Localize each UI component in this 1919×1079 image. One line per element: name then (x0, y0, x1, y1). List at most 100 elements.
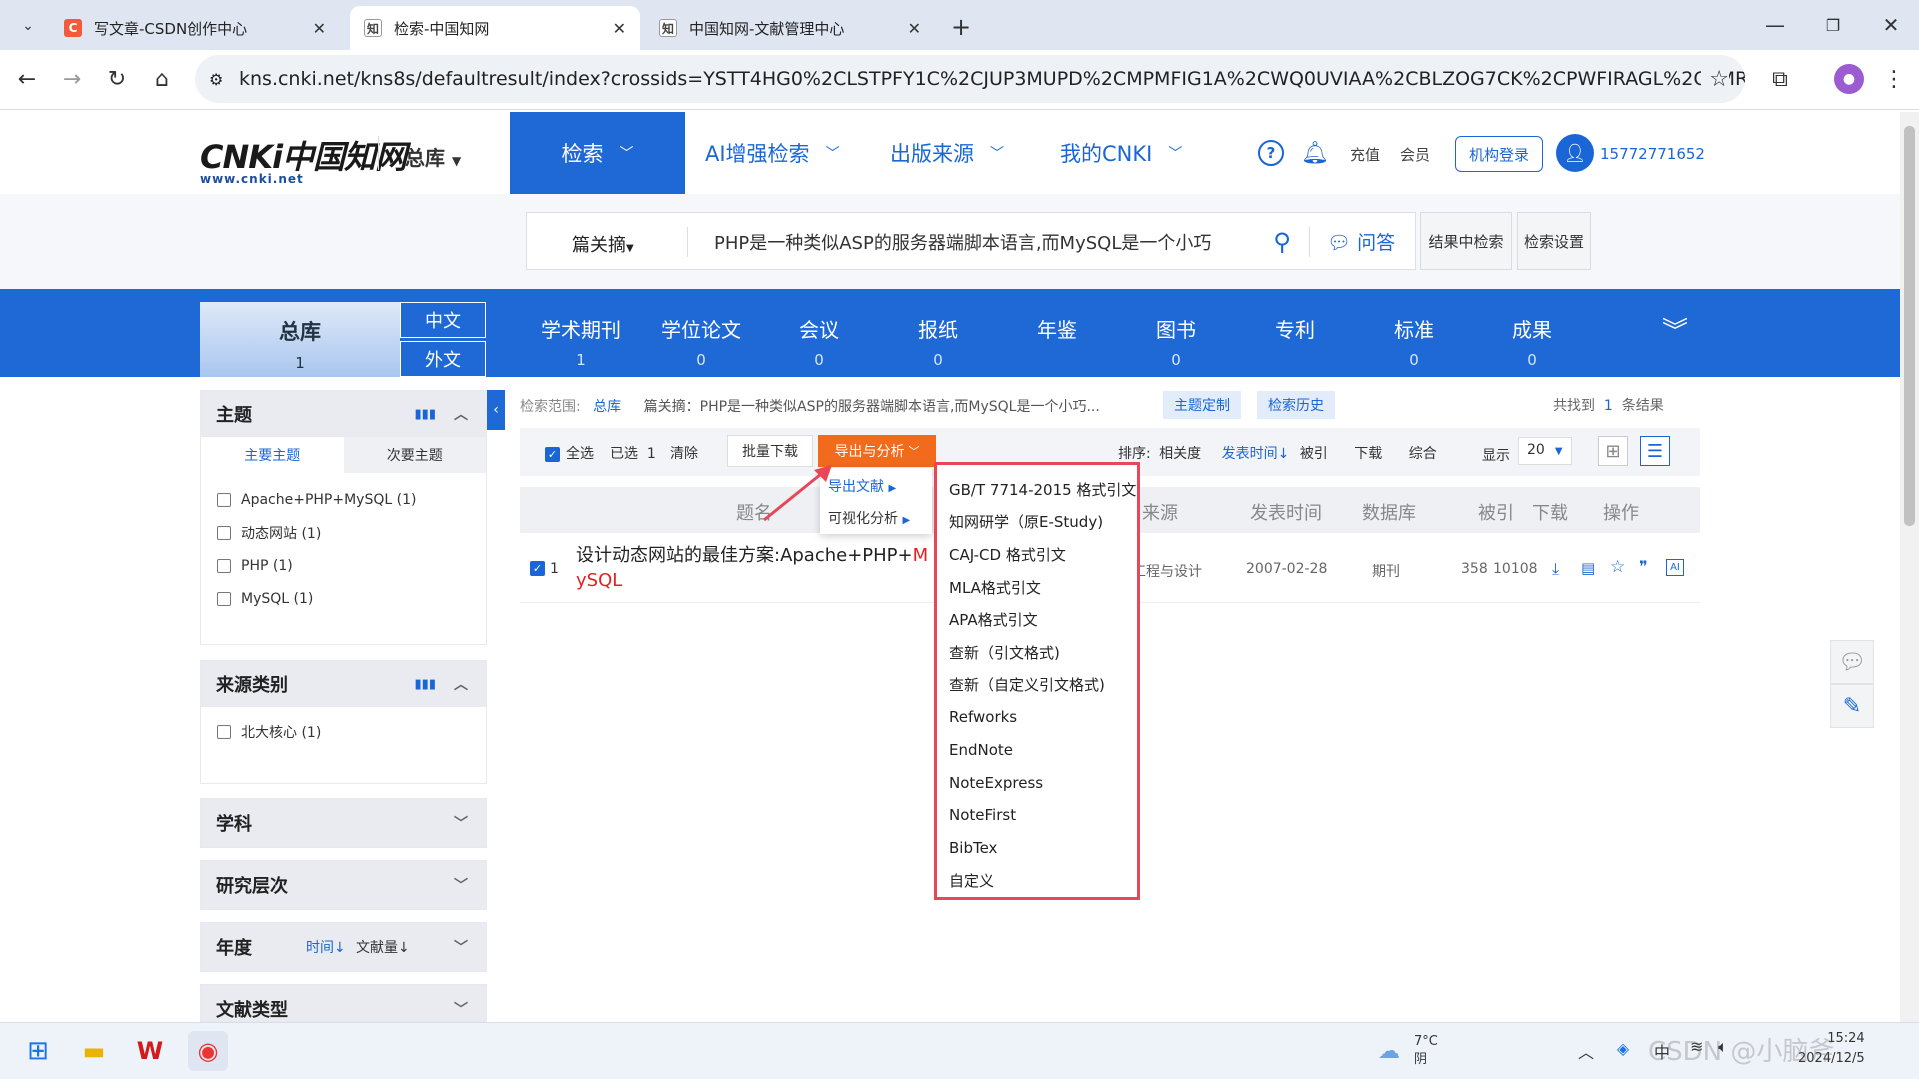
topic-filter-item[interactable]: Apache+PHP+MySQL (1) (201, 483, 486, 516)
category-yearbook[interactable]: 年鉴 (998, 289, 1116, 377)
cite-quote-icon[interactable]: ❞ (1639, 557, 1648, 576)
tab-secondary-topic[interactable]: 次要主题 (343, 437, 486, 473)
chrome-icon[interactable]: ◉ (188, 1031, 228, 1071)
menu-item-refworks[interactable]: Refworks (937, 701, 1137, 734)
feedback-chat-icon[interactable]: 💬︎ (1830, 640, 1874, 684)
nav-search[interactable]: 检索 ﹀ (510, 112, 685, 194)
collapse-sidebar-icon[interactable]: ‹ (487, 390, 505, 430)
bookmark-star-icon[interactable]: ☆ (1701, 66, 1729, 92)
category-all[interactable]: 总库 1 (200, 302, 400, 377)
category-chinese[interactable]: 中文 (400, 302, 486, 338)
sort-relevance[interactable]: 相关度 (1159, 446, 1201, 462)
search-in-results-button[interactable]: 结果中检索 (1420, 212, 1512, 270)
filter-level[interactable]: 研究层次 ﹀ (200, 860, 487, 910)
checkbox[interactable] (217, 591, 231, 606)
menu-item-novelty[interactable]: 查新（引文格式) (937, 636, 1137, 669)
list-view-icon[interactable]: ☰ (1640, 436, 1670, 466)
menu-item-bibtex[interactable]: BibTex (937, 832, 1137, 865)
search-icon[interactable]: ⚲ (1267, 227, 1297, 257)
windows-start-icon[interactable]: ⊞ (22, 1035, 54, 1067)
ai-assist-icon[interactable]: AI (1666, 559, 1684, 576)
source-filter-item[interactable]: 北大核心 (1) (201, 715, 486, 748)
submenu-visual-analysis[interactable]: 可视化分析 ▶ (828, 508, 910, 528)
row-checkbox[interactable]: ✓ (530, 561, 545, 576)
result-title-link[interactable]: 设计动态网站的最佳方案:Apache+PHP+M ySQL (576, 543, 936, 593)
tab-cnki-library[interactable]: 知 中国知网-文献管理中心 ✕ (645, 6, 935, 50)
grid-view-icon[interactable]: ⊞ (1598, 436, 1628, 466)
menu-item-cajcd[interactable]: CAJ-CD 格式引文 (937, 538, 1137, 571)
bell-icon[interactable]: 🔔︎ (1300, 138, 1330, 168)
bar-chart-icon[interactable]: ▮▮▮ (415, 677, 436, 692)
cnki-logo[interactable]: CNKi中国知网 www.cnki.net (200, 132, 407, 186)
category-standard[interactable]: 标准 0 (1355, 289, 1473, 377)
search-settings-button[interactable]: 检索设置 (1517, 212, 1591, 270)
user-avatar-icon[interactable]: 👤︎ (1556, 134, 1594, 172)
select-all[interactable]: ✓ 全选 (545, 443, 594, 463)
category-foreign[interactable]: 外文 (400, 341, 486, 377)
download-icon[interactable]: ⤓ (1552, 559, 1559, 579)
checkbox[interactable] (217, 492, 231, 507)
recharge-link[interactable]: 充值 (1350, 144, 1380, 165)
year-sort-count[interactable]: 文献量↓ (356, 937, 410, 957)
close-icon[interactable]: ✕ (908, 19, 921, 38)
wps-icon[interactable]: W (134, 1035, 166, 1067)
category-thesis[interactable]: 学位论文 0 (642, 289, 760, 377)
category-achievement[interactable]: 成果 0 (1473, 289, 1591, 377)
home-icon[interactable]: ⌂ (145, 62, 179, 96)
year-sort-time[interactable]: 时间↓ (306, 937, 346, 957)
username-link[interactable]: 15772771652 (1600, 145, 1705, 163)
profile-avatar-icon[interactable]: ● (1834, 64, 1864, 94)
sort-cited[interactable]: 被引 (1300, 446, 1328, 462)
minimize-icon[interactable]: — (1760, 10, 1790, 40)
tab-list-icon[interactable]: ⌄ (14, 12, 42, 40)
filter-subject[interactable]: 学科 ﹀ (200, 798, 487, 848)
tab-csdn[interactable]: C 写文章-CSDN创作中心 ✕ (50, 6, 340, 50)
chevron-up-icon[interactable]: ︿ (454, 674, 468, 694)
checkbox[interactable] (217, 558, 231, 573)
site-info-icon[interactable]: ⚙ (209, 70, 223, 89)
qa-button[interactable]: 💬︎ 问答 (1327, 228, 1395, 255)
reload-icon[interactable]: ↻ (100, 62, 134, 96)
back-icon[interactable]: ← (10, 62, 44, 96)
new-tab-icon[interactable]: + (946, 12, 976, 42)
menu-item-custom[interactable]: 自定义 (937, 864, 1137, 897)
window-close-icon[interactable]: ✕ (1876, 10, 1906, 40)
clear-link[interactable]: 清除 (670, 443, 698, 463)
edit-pencil-icon[interactable]: ✎ (1830, 684, 1874, 728)
menu-item-endnote[interactable]: EndNote (937, 734, 1137, 767)
expand-categories-icon[interactable]: ︾ (1655, 309, 1695, 349)
tab-main-topic[interactable]: 主要主题 (201, 437, 344, 473)
library-select[interactable]: 总库 ▼ (405, 142, 461, 171)
menu-item-gbt7714[interactable]: GB/T 7714-2015 格式引文 (937, 473, 1137, 506)
menu-item-notefirst[interactable]: NoteFirst (937, 799, 1137, 832)
sort-date[interactable]: 发表时间↓ (1222, 446, 1290, 462)
page-scrollbar[interactable] (1900, 112, 1919, 1022)
nav-publication-source[interactable]: 出版来源 ﹀ (890, 112, 1004, 194)
filter-year[interactable]: 年度 时间↓ 文献量↓ ﹀ (200, 922, 487, 972)
bar-chart-icon[interactable]: ▮▮▮ (415, 407, 436, 422)
help-icon[interactable]: ? (1258, 140, 1284, 166)
restore-icon[interactable]: ❐ (1818, 10, 1848, 40)
nav-my-cnki[interactable]: 我的CNKI ﹀ (1060, 112, 1182, 194)
chevron-up-icon[interactable]: ︿ (454, 404, 468, 424)
more-menu-icon[interactable]: ⋮ (1877, 62, 1911, 96)
menu-item-mla[interactable]: MLA格式引文 (937, 571, 1137, 604)
menu-item-noteexpress[interactable]: NoteExpress (937, 766, 1137, 799)
result-cited[interactable]: 358 (1461, 561, 1488, 577)
close-icon[interactable]: ✕ (613, 19, 626, 38)
category-book[interactable]: 图书 0 (1117, 289, 1235, 377)
sort-overall[interactable]: 综合 (1409, 446, 1437, 462)
topic-filter-item[interactable]: MySQL (1) (201, 582, 486, 615)
tray-expand-icon[interactable]: ︿ (1578, 1039, 1594, 1063)
search-field-select[interactable]: 篇关摘▼ (572, 231, 634, 257)
search-input[interactable]: PHP是一种类似ASP的服务器端脚本语言,而MySQL是一个小巧 (714, 229, 1214, 255)
search-history-button[interactable]: 检索历史 (1257, 391, 1335, 419)
theme-customize-button[interactable]: 主题定制 (1163, 391, 1241, 419)
category-conference[interactable]: 会议 0 (760, 289, 878, 377)
filter-doctype[interactable]: 文献类型 ﹀ (200, 984, 487, 1022)
category-journal[interactable]: 学术期刊 1 (522, 289, 640, 377)
topic-filter-item[interactable]: 动态网站 (1) (201, 516, 486, 549)
tray-app-icon[interactable]: ◈ (1612, 1037, 1634, 1059)
url-input[interactable]: ⚙ kns.cnki.net/kns8s/defaultresult/index… (195, 55, 1745, 103)
file-explorer-icon[interactable]: ▬ (78, 1035, 110, 1067)
